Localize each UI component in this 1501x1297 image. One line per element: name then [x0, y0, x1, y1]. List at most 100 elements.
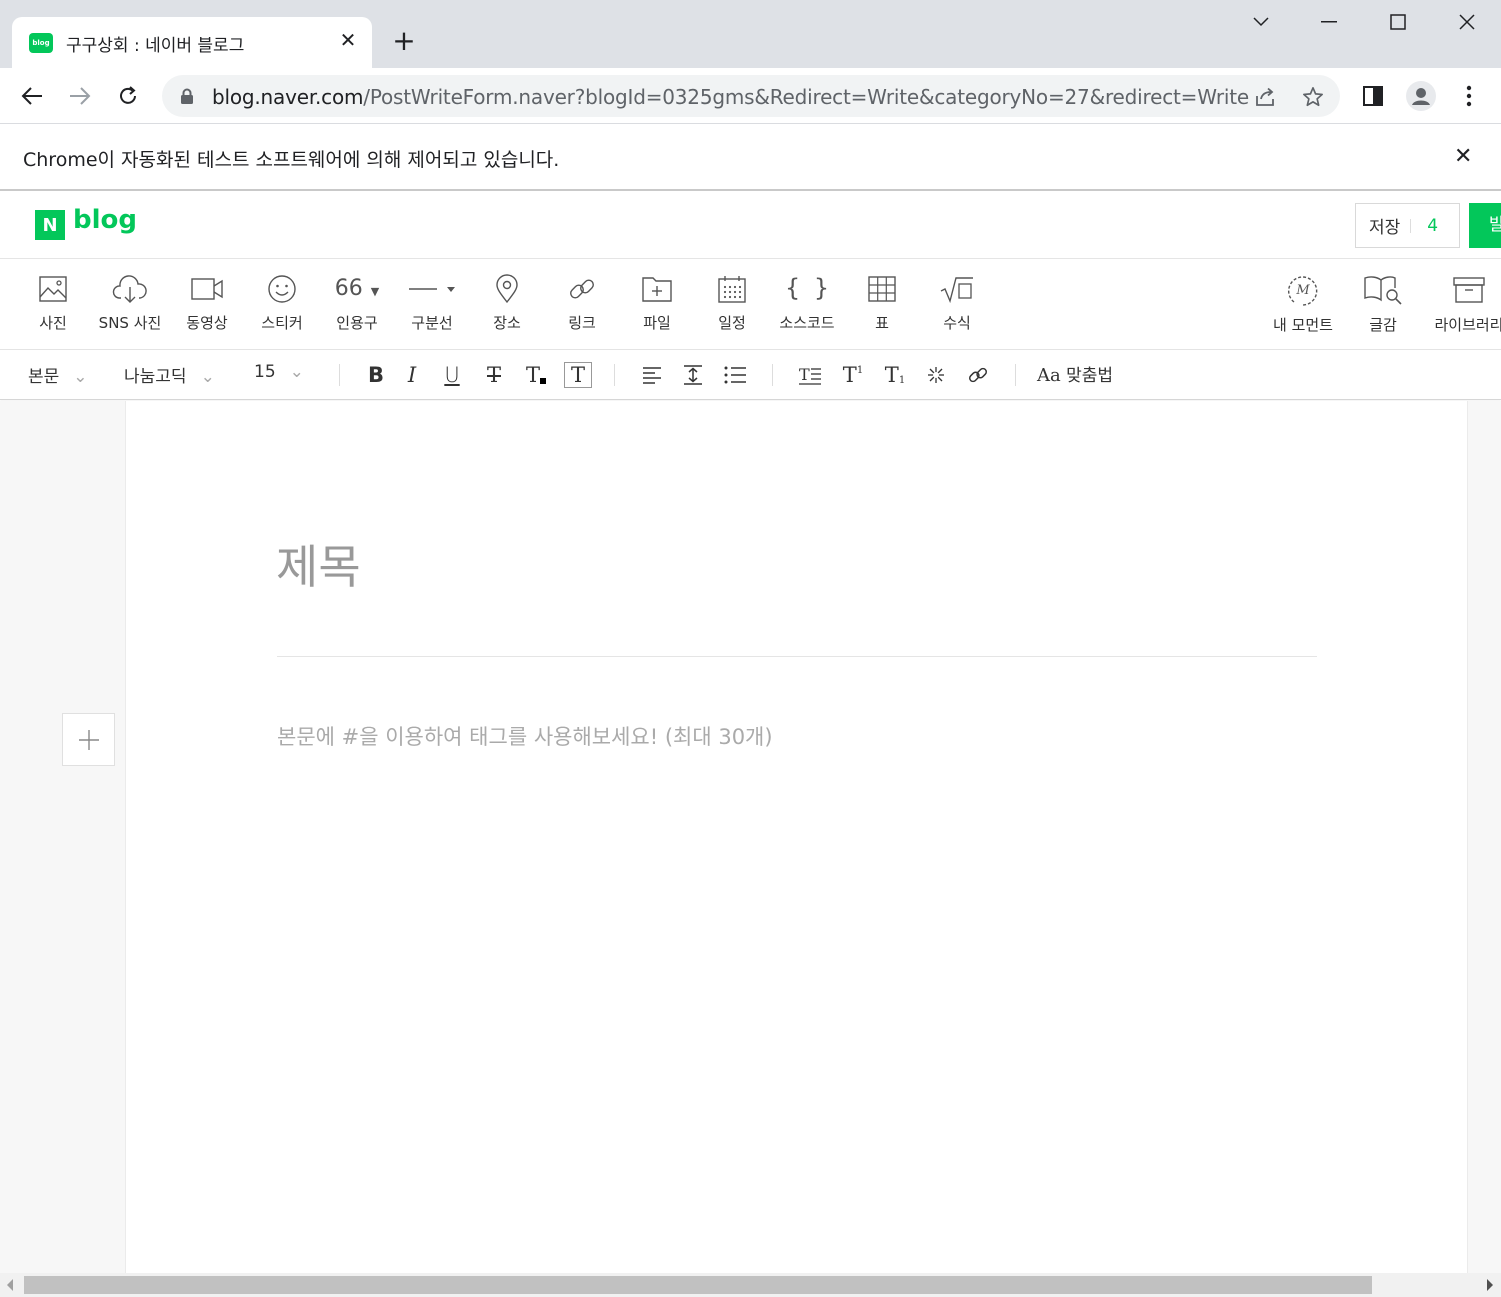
insert-video-label: 동영상 — [186, 314, 228, 332]
save-button[interactable]: 저장 4 — [1355, 203, 1460, 248]
video-icon — [191, 278, 223, 300]
chevron-down-icon: ⌄ — [73, 367, 88, 387]
insert-table-label: 표 — [875, 314, 889, 332]
table-icon — [868, 276, 896, 302]
insert-divider-button[interactable]: 구분선 — [394, 274, 470, 338]
insert-video-button[interactable]: 동영상 — [169, 274, 245, 338]
map-pin-icon — [496, 274, 518, 304]
line-height-icon — [684, 365, 702, 385]
toolbar-divider — [772, 364, 773, 386]
scroll-left-arrow-icon[interactable] — [7, 1279, 13, 1291]
blog-logo-text[interactable]: blog — [73, 205, 137, 235]
close-window-icon[interactable] — [1449, 8, 1485, 36]
tab-search-icon[interactable] — [1243, 8, 1279, 36]
editor-canvas: 제목 본문에 #을 이용하여 태그를 사용해보세요! (최대 30개) — [0, 401, 1501, 1273]
font-size-select[interactable]: 15 ⌄ — [254, 362, 304, 382]
insert-file-label: 파일 — [643, 314, 671, 332]
maximize-icon[interactable] — [1380, 8, 1416, 36]
naver-blog-favicon-icon: blog — [29, 33, 53, 53]
underline-button[interactable]: U — [438, 362, 466, 388]
spellcheck-icon: Aa — [1037, 365, 1061, 386]
bookmark-star-icon[interactable] — [1300, 84, 1326, 110]
bullet-list-button[interactable] — [721, 362, 749, 388]
asterisk-icon — [928, 367, 944, 383]
background-color-button[interactable]: T — [564, 362, 592, 388]
smile-icon — [268, 275, 296, 303]
address-bar[interactable]: blog.naver.com/PostWriteForm.naver?blogI… — [162, 75, 1340, 117]
browser-tab[interactable]: blog 구구상회 : 네이버 블로그 ✕ — [12, 17, 372, 68]
text-color-button[interactable]: T — [522, 362, 550, 388]
naver-logo[interactable]: N — [35, 210, 65, 240]
lock-icon[interactable] — [180, 88, 194, 109]
infobar-message: Chrome이 자동화된 테스트 소프트웨어에 의해 제어되고 있습니다. — [23, 149, 560, 171]
line-height-button[interactable] — [679, 362, 707, 388]
strikethrough-button[interactable]: T — [480, 362, 508, 388]
book-search-icon — [1364, 276, 1402, 305]
insert-sourcecode-button[interactable]: { } 소스코드 — [769, 274, 845, 338]
profile-avatar-icon[interactable] — [1405, 80, 1437, 112]
insert-schedule-button[interactable]: 일정 — [694, 274, 770, 338]
insert-place-button[interactable]: 장소 — [469, 274, 545, 338]
insert-material-label: 글감 — [1369, 316, 1397, 334]
browser-toolbar: blog.naver.com/PostWriteForm.naver?blogI… — [0, 68, 1501, 124]
calendar-icon — [718, 276, 746, 303]
automation-infobar: Chrome이 자동화된 테스트 소프트웨어에 의해 제어되고 있습니다. ✕ — [0, 124, 1501, 191]
special-character-button[interactable] — [922, 362, 950, 388]
insert-library-button[interactable]: 라이브러리 — [1428, 274, 1501, 338]
cloud-download-icon — [112, 275, 147, 303]
plus-icon — [78, 729, 99, 750]
insert-quote-button[interactable]: 66 ▼ 인용구 — [319, 274, 395, 338]
format-link-button[interactable] — [964, 362, 992, 388]
insert-sns-photo-button[interactable]: SNS 사진 — [92, 274, 168, 338]
share-icon[interactable] — [1252, 84, 1278, 110]
new-tab-icon[interactable]: + — [390, 27, 418, 55]
publish-button[interactable]: 발 — [1469, 203, 1501, 248]
bold-button[interactable]: B — [362, 362, 390, 388]
url-text[interactable]: blog.naver.com/PostWriteForm.naver?blogI… — [212, 85, 1249, 109]
infobar-close-icon[interactable]: ✕ — [1454, 144, 1472, 169]
align-left-button[interactable] — [638, 362, 666, 388]
insert-my-moment-button[interactable]: M 내 모먼트 — [1265, 274, 1341, 338]
draft-count[interactable]: 4 — [1427, 216, 1438, 236]
superscript-button[interactable]: T1 — [839, 362, 867, 388]
insert-table-button[interactable]: 표 — [844, 274, 920, 338]
insert-sns-photo-label: SNS 사진 — [98, 314, 162, 332]
insert-file-button[interactable]: 파일 — [619, 274, 695, 338]
save-separator — [1410, 218, 1412, 233]
italic-button[interactable]: I — [398, 362, 426, 388]
subscript-button[interactable]: T1 — [881, 362, 909, 388]
browser-tabstrip: blog 구구상회 : 네이버 블로그 ✕ + — [0, 0, 1501, 68]
insert-sticker-button[interactable]: 스티커 — [244, 274, 320, 338]
forward-icon[interactable] — [64, 80, 96, 112]
toolbar-divider — [614, 364, 615, 386]
add-component-button[interactable] — [62, 713, 115, 766]
link-icon — [969, 367, 987, 383]
insert-formula-label: 수식 — [943, 314, 971, 332]
title-input[interactable]: 제목 — [276, 531, 361, 597]
scrollbar-thumb[interactable] — [24, 1276, 1372, 1294]
toolbar-divider — [1015, 364, 1016, 386]
insert-photo-button[interactable]: 사진 — [15, 274, 91, 338]
blog-editor-header: N blog 저장 4 발 — [0, 193, 1501, 259]
insert-formula-button[interactable]: 수식 — [919, 274, 995, 338]
letter-spacing-button[interactable]: T — [796, 362, 824, 388]
font-family-select[interactable]: 나눔고딕 ⌄ — [124, 362, 215, 387]
side-panel-icon[interactable] — [1357, 80, 1389, 112]
reload-icon[interactable] — [112, 80, 144, 112]
scroll-right-arrow-icon[interactable] — [1487, 1279, 1493, 1291]
body-input[interactable]: 본문에 #을 이용하여 태그를 사용해보세요! (최대 30개) — [277, 721, 773, 751]
insert-library-label: 라이브러리 — [1434, 316, 1501, 334]
back-icon[interactable] — [16, 80, 48, 112]
formula-icon — [940, 277, 973, 304]
tab-close-icon[interactable]: ✕ — [337, 29, 359, 51]
svg-text:T: T — [799, 365, 810, 384]
insert-material-button[interactable]: 글감 — [1345, 274, 1421, 338]
horizontal-scrollbar[interactable] — [0, 1273, 1501, 1297]
editor-page: 제목 본문에 #을 이용하여 태그를 사용해보세요! (최대 30개) — [125, 401, 1468, 1273]
minimize-icon[interactable] — [1311, 8, 1347, 36]
spellcheck-button[interactable]: Aa 맞춤법 — [1037, 361, 1113, 386]
paragraph-style-select[interactable]: 본문 ⌄ — [28, 362, 88, 387]
more-menu-icon[interactable] — [1453, 80, 1485, 112]
quote-icon: 66 ▼ — [334, 276, 380, 301]
insert-link-button[interactable]: 링크 — [544, 274, 620, 338]
